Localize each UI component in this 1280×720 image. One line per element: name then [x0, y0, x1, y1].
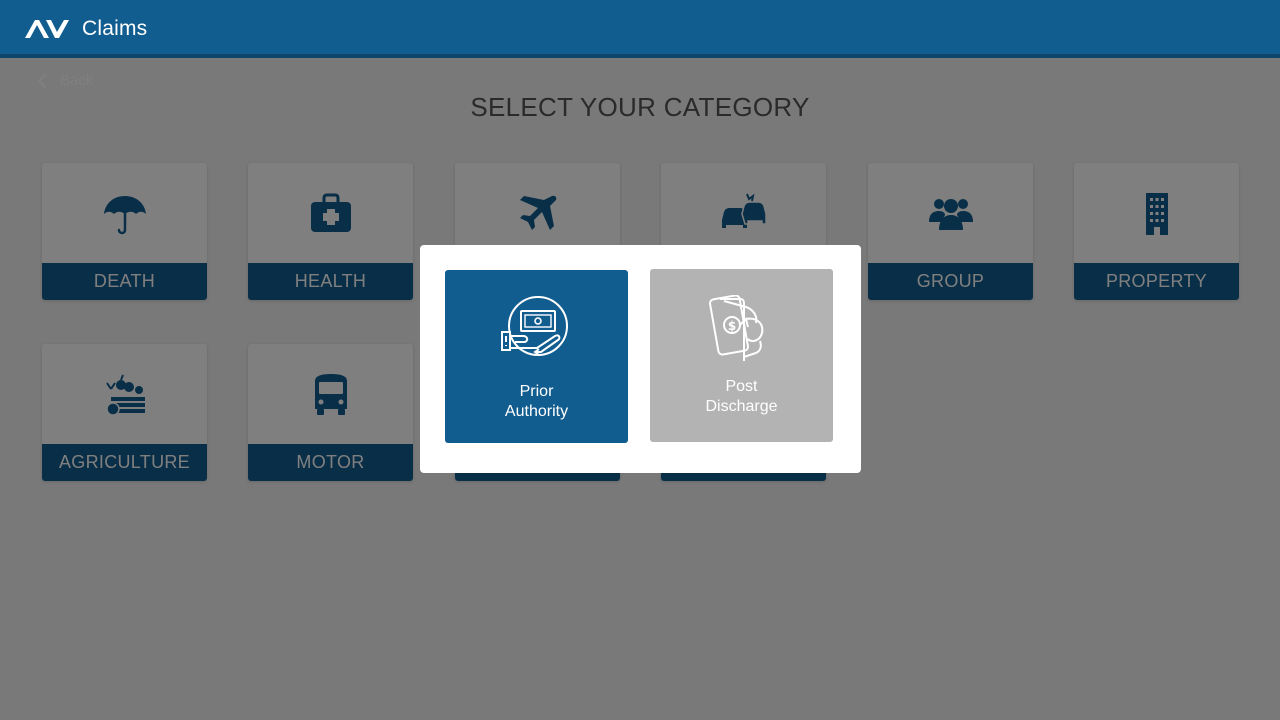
av-logo — [25, 20, 69, 38]
app-header: Claims — [0, 0, 1280, 58]
app-title: Claims — [82, 17, 148, 40]
post-discharge-button[interactable]: $ Post Discharge — [650, 269, 833, 442]
svg-text:$: $ — [728, 319, 736, 333]
prior-authority-label: Prior Authority — [504, 383, 569, 420]
money-refund-icon: $ — [708, 295, 764, 361]
claim-type-dialog: Prior Authority $ Post Discharge — [420, 245, 861, 473]
prior-authority-button[interactable]: Prior Authority — [445, 270, 628, 443]
post-discharge-label: Post Discharge — [705, 378, 778, 415]
cash-payment-icon — [501, 296, 568, 356]
